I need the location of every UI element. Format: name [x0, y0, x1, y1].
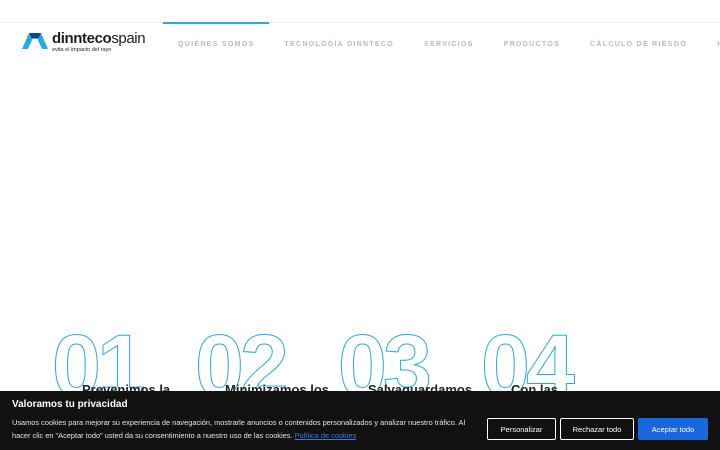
site-logo[interactable]: dinntecospain evita el impacto del rayo — [22, 31, 152, 55]
logo-brand-regular: spain — [111, 30, 146, 47]
reject-all-button[interactable]: Rechazar todo — [560, 418, 634, 440]
steps-section: 01 Prevenimos la 02 Minimizamos los 03 S… — [52, 321, 720, 410]
nav-item-servicios[interactable]: SERVICIOS — [409, 22, 489, 66]
cookie-body: Usamos cookies para mejorar su experienc… — [12, 418, 466, 440]
step-2: 02 Minimizamos los — [195, 321, 335, 410]
logo-text: dinntecospain evita el impacto del rayo — [52, 30, 146, 53]
step-3: 03 Salvaguardamos — [338, 321, 478, 410]
nav-item-hablamos[interactable]: HABLAMOS — [702, 22, 720, 66]
main-nav: QUIÉNES SOMOS TECNOLOGÍA DINNTECO SERVIC… — [163, 22, 720, 66]
page: dinntecospain evita el impacto del rayo … — [0, 0, 720, 450]
step-4: 04 Con las — [481, 321, 621, 410]
cookie-policy-link[interactable]: Política de cookies — [295, 431, 357, 440]
dinnteco-logo-icon — [22, 33, 48, 49]
accept-all-button[interactable]: Aceptar todo — [638, 418, 708, 440]
logo-brand: dinntecospain — [52, 30, 146, 47]
nav-item-quienes-somos[interactable]: QUIÉNES SOMOS — [163, 22, 270, 66]
step-1: 01 Prevenimos la — [52, 321, 192, 410]
logo-brand-bold: dinnteco — [52, 30, 112, 47]
customize-button[interactable]: Personalizar — [487, 418, 556, 440]
nav-item-tecnologia[interactable]: TECNOLOGÍA DINNTECO — [269, 22, 409, 66]
nav-item-productos[interactable]: PRODUCTOS — [489, 22, 575, 66]
cookie-text: Usamos cookies para mejorar su experienc… — [12, 417, 482, 442]
cookie-title: Valoramos tu privacidad — [12, 399, 128, 410]
logo-tagline: evita el impacto del rayo — [52, 47, 112, 53]
nav-item-calculo-riesgo[interactable]: CÁLCULO DE RIESGO — [575, 22, 702, 66]
